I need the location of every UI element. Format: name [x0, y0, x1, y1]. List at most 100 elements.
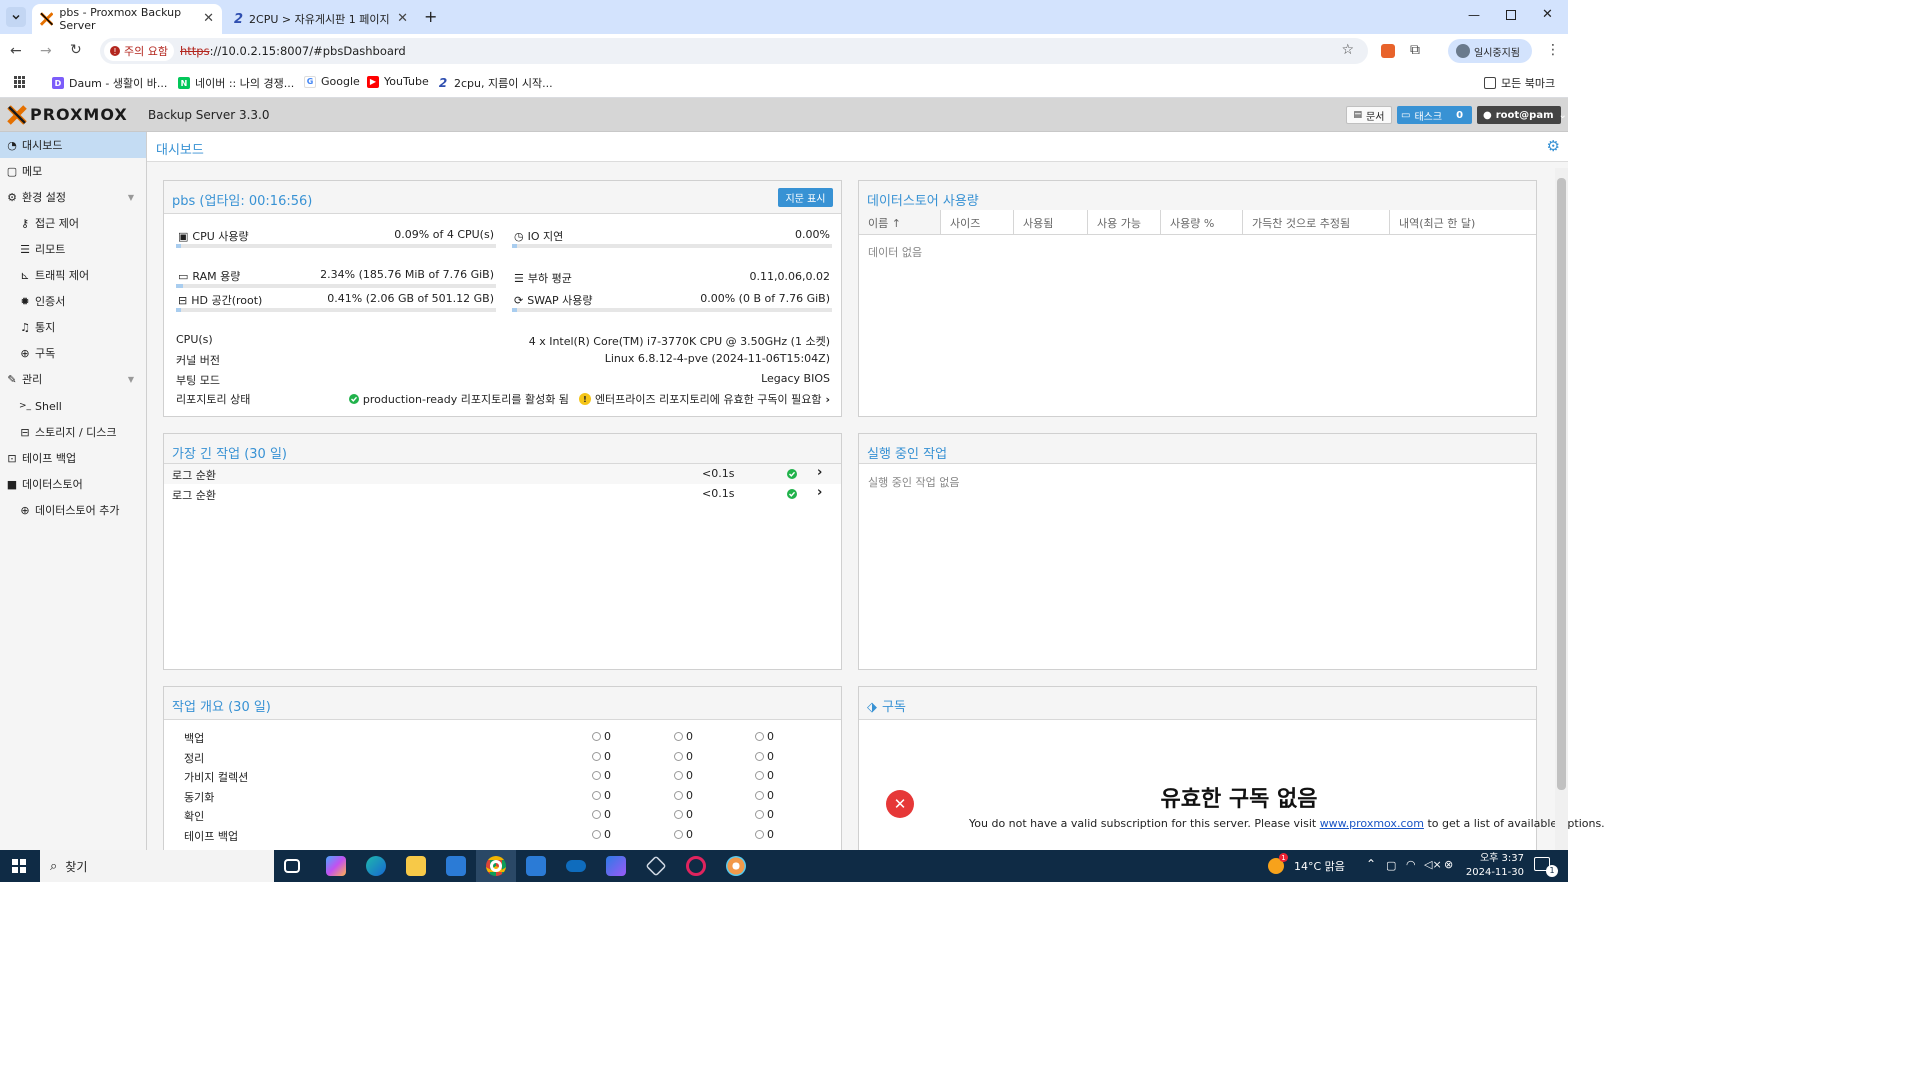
table-row[interactable]: 로그 순환 <0.1s › [164, 464, 841, 484]
clock[interactable]: 오후 3:37 2024-11-30 [1462, 852, 1524, 880]
sidebar-item-certificates[interactable]: ✹ 인증서 [0, 288, 146, 314]
task-ok-count[interactable]: 0 [592, 750, 611, 763]
status-icon[interactable]: ⊗ [1444, 858, 1453, 871]
security-chip[interactable]: ! 주의 요함 [104, 41, 174, 61]
app-icon[interactable] [686, 856, 706, 876]
sidebar-item-configuration[interactable]: ⚙ 환경 설정 ▼ [0, 184, 146, 210]
speaker-muted-icon[interactable]: ◁× [1424, 858, 1442, 871]
sidebar-item-shell[interactable]: >_ Shell [0, 393, 146, 419]
sidebar-item-datastore[interactable]: ■ 데이터스토어 [0, 471, 146, 497]
taskbar-search-box[interactable]: ⌕ 찾기 [40, 850, 274, 882]
edge-icon[interactable] [366, 856, 386, 876]
tasks-button[interactable]: ▭ 태스크 0 [1397, 106, 1472, 124]
onedrive-icon[interactable] [566, 860, 586, 872]
task-error-count[interactable]: 0 [755, 828, 774, 841]
restore-icon[interactable] [1506, 10, 1516, 20]
task-warning-count[interactable]: 0 [674, 750, 693, 763]
column-header-usage-percent[interactable]: 사용량 % [1161, 210, 1243, 234]
task-ok-count[interactable]: 0 [592, 808, 611, 821]
new-tab-button[interactable]: + [424, 7, 437, 26]
apps-grid-icon[interactable] [14, 76, 26, 88]
task-view-icon[interactable] [284, 859, 300, 873]
sidebar-item-add-datastore[interactable]: ⊕ 데이터스토어 추가 [0, 497, 146, 523]
url-text[interactable]: https://10.0.2.15:8007/#pbsDashboard [180, 44, 406, 58]
task-ok-count[interactable]: 0 [592, 789, 611, 802]
task-ok-count[interactable]: 0 [592, 730, 611, 743]
reload-icon[interactable]: ↻ [70, 42, 82, 58]
bookmark-youtube[interactable]: ▶ YouTube [367, 75, 429, 88]
bookmark-2cpu[interactable]: 2 2cpu, 지름이 시작... [437, 75, 553, 91]
tab-2cpu[interactable]: 2 2CPU > 자유게시판 1 페이지 ✕ [226, 4, 416, 34]
column-header-size[interactable]: 사이즈 [941, 210, 1014, 234]
minimize-icon[interactable]: — [1468, 8, 1480, 22]
bookmark-star-icon[interactable]: ☆ [1341, 42, 1354, 58]
sidebar-item-tape-backup[interactable]: ⊡ 테이프 백업 [0, 445, 146, 471]
address-bar[interactable]: ! 주의 요함 https://10.0.2.15:8007/#pbsDashb… [100, 38, 1368, 64]
bookmark-daum[interactable]: D Daum - 생활이 바... [52, 75, 167, 91]
window-close-icon[interactable]: ✕ [1542, 7, 1553, 22]
back-icon[interactable]: ← [10, 43, 22, 59]
extensions-puzzle-icon[interactable]: ⧉ [1410, 42, 1420, 58]
column-header-history[interactable]: 내역(최근 한 달) [1390, 210, 1536, 234]
profile-button[interactable]: 일시중지됨 [1448, 39, 1532, 63]
sidebar-item-administration[interactable]: ✎ 관리 ▼ [0, 366, 146, 392]
task-ok-count[interactable]: 0 [592, 769, 611, 782]
sidebar-item-notifications[interactable]: ♫ 통지 [0, 314, 146, 340]
all-bookmarks[interactable]: 모든 북마크 [1484, 75, 1555, 91]
app-icon[interactable] [526, 856, 546, 876]
table-row[interactable]: 로그 순환 <0.1s › [164, 484, 841, 504]
tab-pbs[interactable]: pbs - Proxmox Backup Server ✕ [32, 4, 222, 34]
task-warning-count[interactable]: 0 [674, 769, 693, 782]
docs-button[interactable]: ▤ 문서 [1346, 106, 1392, 124]
forward-icon[interactable]: → [40, 43, 52, 59]
content-scrollbar[interactable] [1555, 168, 1568, 850]
collapse-arrow-icon[interactable]: ▼ [128, 193, 134, 202]
repository-status-value[interactable]: production-ready 리포지토리를 활성화 됨 ! 엔터프라이즈 리… [348, 391, 830, 407]
show-fingerprint-button[interactable]: 지문 표시 [778, 188, 833, 207]
sidebar-item-access-control[interactable]: ⚷ 접근 제어 [0, 210, 146, 236]
paint-icon[interactable] [726, 856, 746, 876]
task-details-chevron-icon[interactable]: › [817, 465, 822, 480]
display-icon[interactable]: ▢ [1386, 859, 1396, 872]
column-header-available[interactable]: 사용 가능 [1088, 210, 1161, 234]
dashboard-settings-gear-icon[interactable]: ⚙ [1547, 137, 1560, 155]
wifi-icon[interactable]: ◠ [1406, 858, 1416, 871]
close-tab-icon[interactable]: ✕ [397, 11, 408, 26]
copilot-icon[interactable] [326, 856, 346, 876]
extension-icon[interactable] [1381, 44, 1395, 58]
collapse-arrow-icon[interactable]: ▼ [128, 375, 134, 384]
file-explorer-icon[interactable] [406, 856, 426, 876]
bookmark-naver[interactable]: N 네이버 :: 나의 경쟁... [178, 75, 294, 91]
media-icon[interactable] [606, 856, 626, 876]
scrollbar-thumb[interactable] [1557, 178, 1566, 790]
sidebar-item-subscription[interactable]: ⊕ 구독 [0, 340, 146, 366]
tray-chevron-up-icon[interactable]: ⌃ [1366, 857, 1376, 871]
mail-icon[interactable] [446, 856, 466, 876]
close-tab-icon[interactable]: ✕ [203, 11, 214, 26]
sidebar-item-traffic-control[interactable]: ⊾ 트래픽 제어 [0, 262, 146, 288]
task-error-count[interactable]: 0 [755, 769, 774, 782]
weather-widget[interactable]: 1 14°C 맑음 [1268, 853, 1345, 874]
task-warning-count[interactable]: 0 [674, 808, 693, 821]
task-warning-count[interactable]: 0 [674, 789, 693, 802]
chrome-icon[interactable] [486, 856, 506, 876]
sidebar-item-notes[interactable]: ▢ 메모 [0, 158, 146, 184]
task-error-count[interactable]: 0 [755, 750, 774, 763]
bookmark-google[interactable]: G Google [304, 75, 360, 88]
task-error-count[interactable]: 0 [755, 808, 774, 821]
virtualbox-icon[interactable] [645, 855, 667, 877]
task-details-chevron-icon[interactable]: › [817, 485, 822, 500]
user-menu-button[interactable]: ● root@pam ⌄ [1477, 106, 1567, 124]
sidebar-item-dashboard[interactable]: ◔ 대시보드 [0, 132, 146, 158]
task-ok-count[interactable]: 0 [592, 828, 611, 841]
column-header-name[interactable]: 이름 ↑ [859, 210, 941, 234]
proxmox-website-link[interactable]: www.proxmox.com [1320, 817, 1424, 830]
task-warning-count[interactable]: 0 [674, 730, 693, 743]
task-error-count[interactable]: 0 [755, 730, 774, 743]
task-error-count[interactable]: 0 [755, 789, 774, 802]
column-header-estimated-full[interactable]: 가득찬 것으로 추정됨 [1243, 210, 1390, 234]
tab-search-button[interactable] [6, 7, 26, 27]
sidebar-item-remotes[interactable]: ☰ 리모트 [0, 236, 146, 262]
sidebar-item-storage-disks[interactable]: ⊟ 스토리지 / 디스크 [0, 419, 146, 445]
column-header-used[interactable]: 사용됨 [1014, 210, 1088, 234]
